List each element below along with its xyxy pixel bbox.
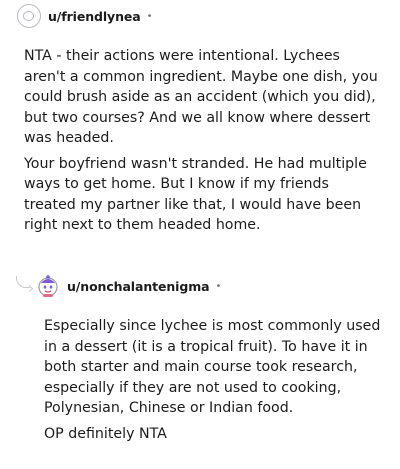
meta-separator: • bbox=[215, 280, 222, 292]
snoo-avatar-icon[interactable] bbox=[36, 274, 60, 298]
comment-header: u/friendlynea • bbox=[0, 0, 400, 32]
comment-body: NTA - their actions were intentional. Ly… bbox=[24, 46, 384, 241]
default-avatar-icon[interactable] bbox=[17, 4, 41, 28]
comment-author[interactable]: u/friendlynea bbox=[48, 9, 141, 24]
comment-paragraph: NTA - their actions were intentional. Ly… bbox=[24, 48, 378, 146]
comment-header: u/nonchalantenigma • bbox=[36, 270, 400, 302]
reply-comment: u/nonchalantenigma • Especially since ly… bbox=[0, 270, 400, 442]
meta-separator: • bbox=[146, 10, 153, 22]
comment: u/friendlynea • NTA - their actions were… bbox=[0, 0, 400, 233]
comment-paragraph: OP definitely NTA bbox=[44, 425, 167, 442]
comment-paragraph: Especially since lychee is most commonly… bbox=[44, 318, 381, 416]
comment-body: Especially since lychee is most commonly… bbox=[44, 316, 384, 449]
comment-paragraph: Your boyfriend wasn't stranded. He had m… bbox=[24, 155, 367, 234]
comment-author[interactable]: u/nonchalantenigma bbox=[67, 279, 210, 294]
